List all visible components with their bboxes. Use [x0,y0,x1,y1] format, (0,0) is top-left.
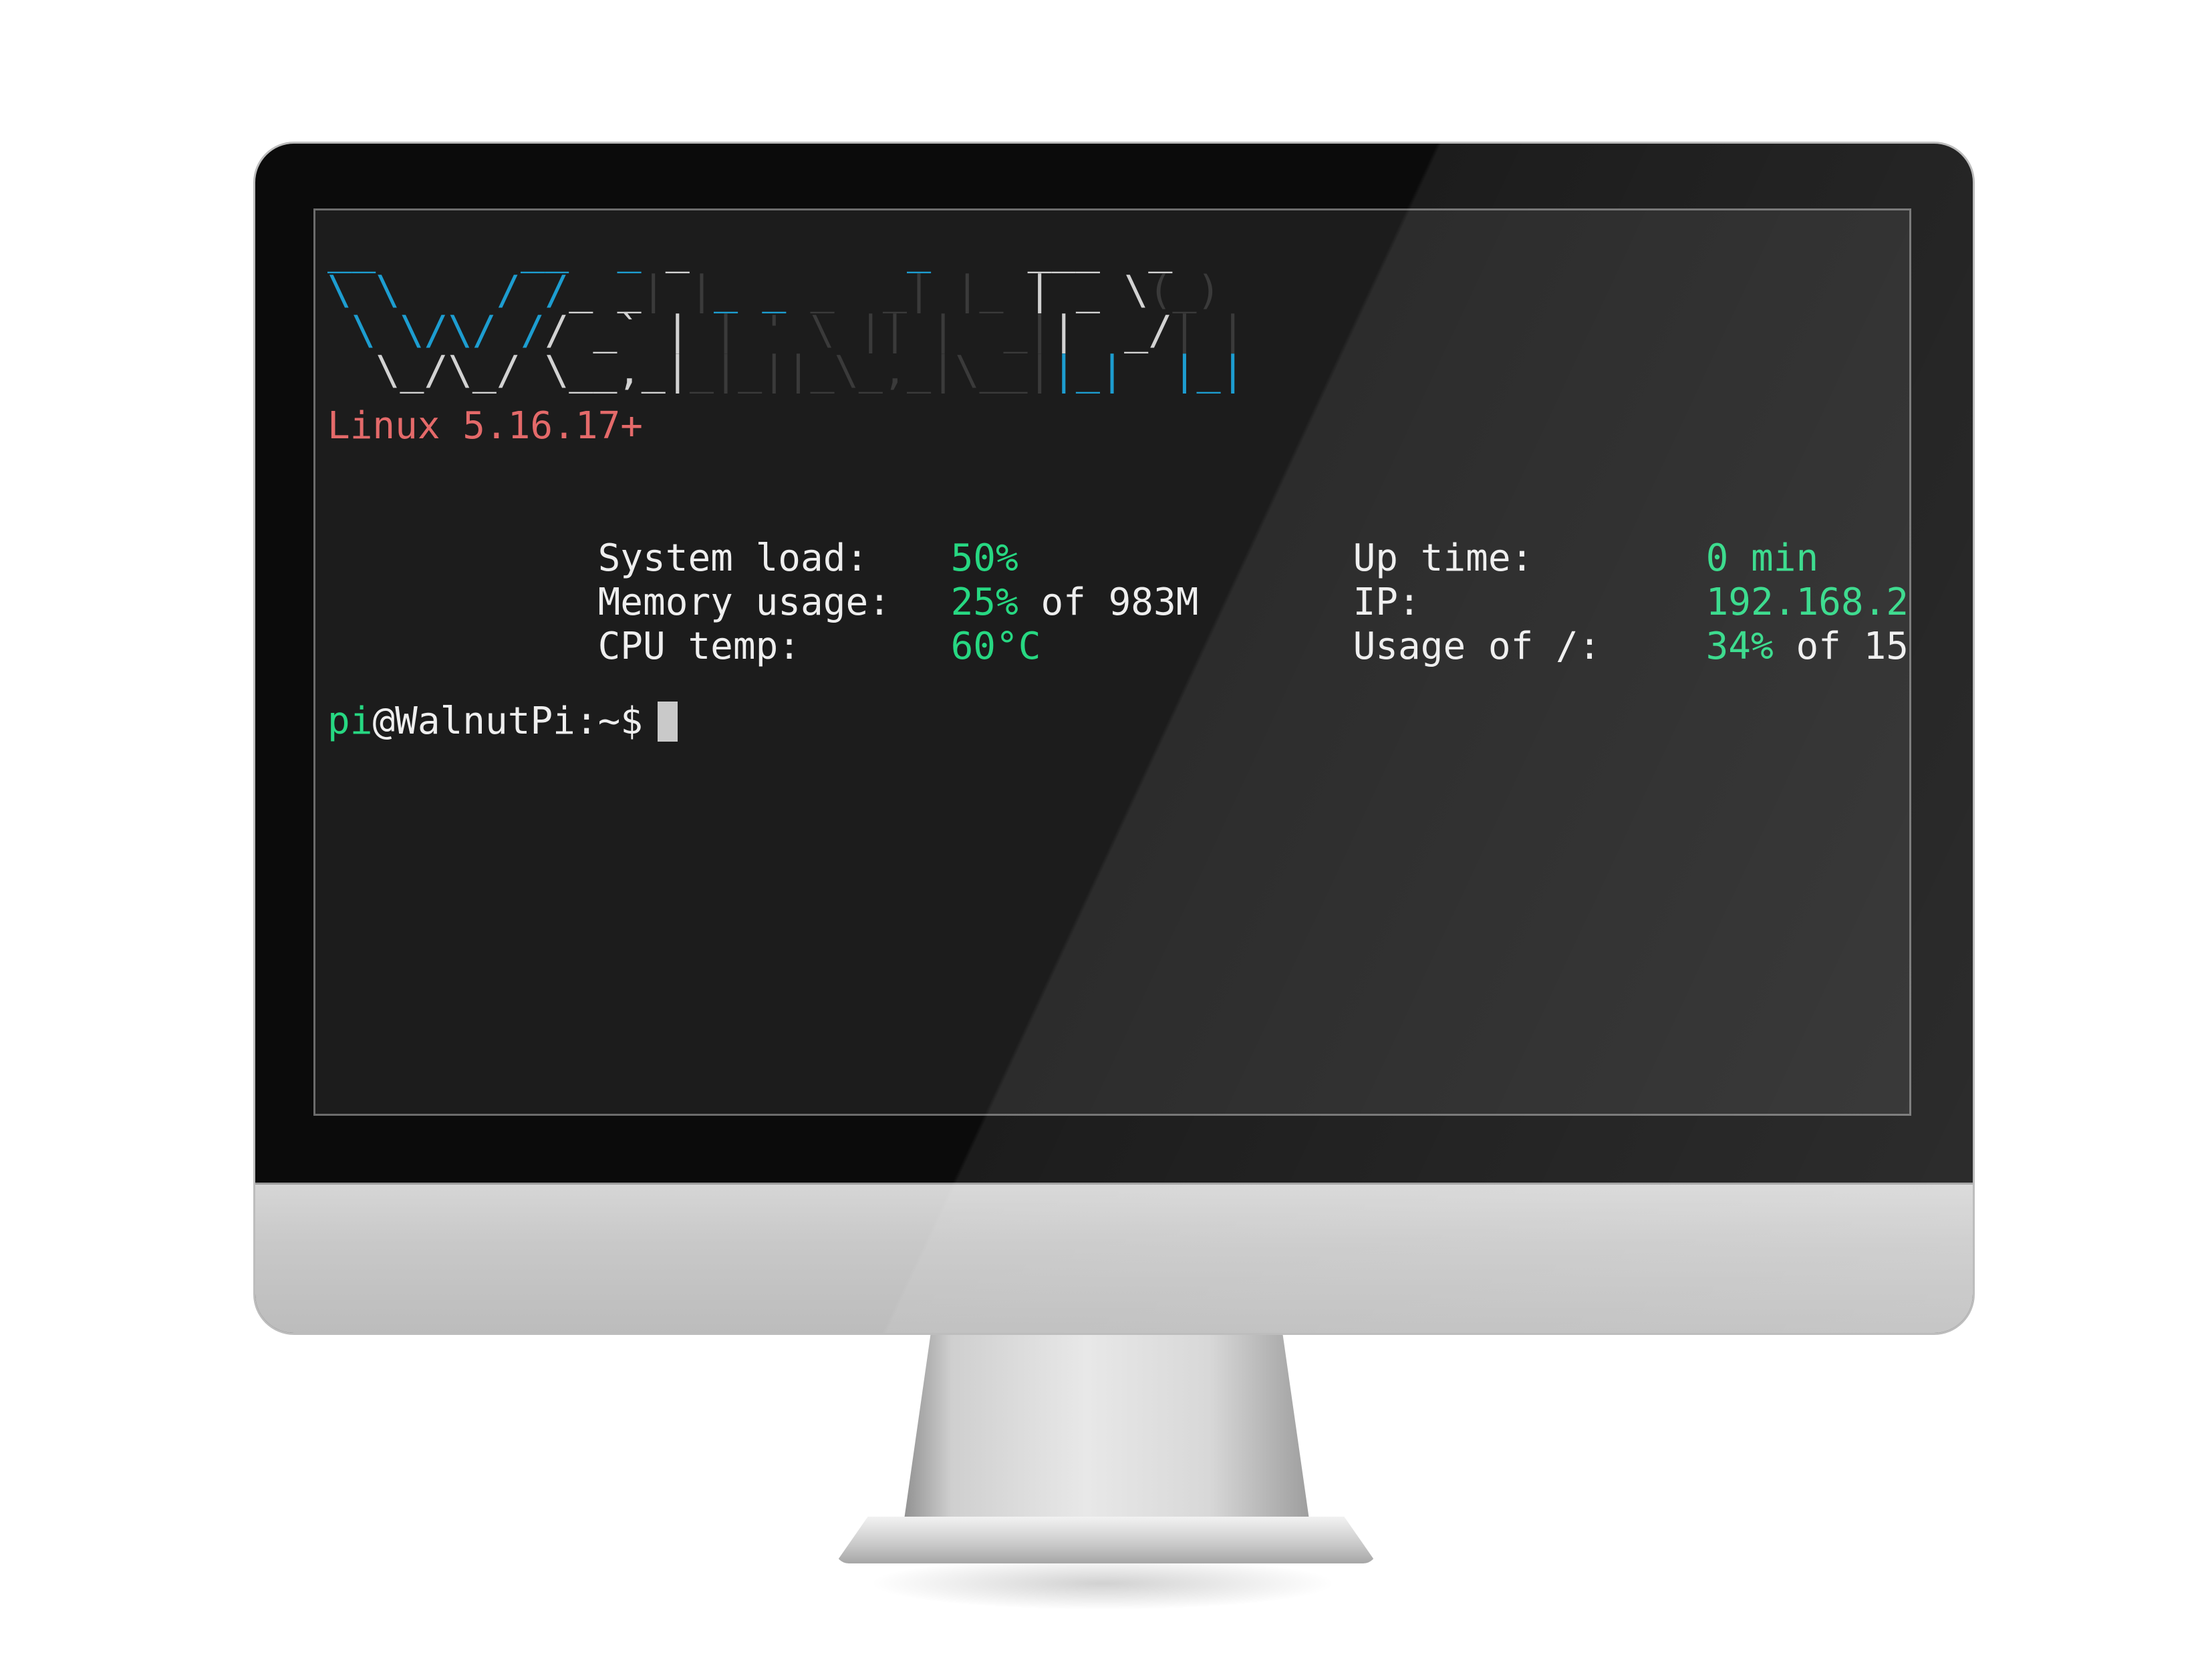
stat-cpu-temp: CPU temp: 60°C [327,581,1041,713]
stage: __ __ _ _ _ ___ _ \ \ / /_ _| |_ _ _ _| … [0,0,2212,1677]
monitor-stand-neck [902,1333,1311,1533]
ascii-logo: __ __ _ _ _ ___ _ \ \ / /_ _| |_ _ _ _| … [327,227,1245,394]
monitor-stand-base [835,1517,1377,1563]
stat-usage-root: Usage of /: 34% of 15G [1083,581,1909,713]
stat-suffix: of 15G [1796,625,1909,668]
stat-value: 34% [1705,625,1774,668]
terminal-screen[interactable]: __ __ _ _ _ ___ _ \ \ / /_ _| |_ _ _ _| … [315,210,1909,1114]
stat-label: CPU temp: [597,625,801,668]
stat-value: 60°C [950,625,1041,668]
monitor: __ __ _ _ _ ___ _ \ \ / /_ _| |_ _ _ _| … [255,144,1973,1333]
stat-label: Usage of /: [1353,625,1601,668]
system-stats: System load: 50% Memory usage: 25% of 983M… [327,492,1909,668]
terminal-output: __ __ _ _ _ ___ _ \ \ / /_ _| |_ _ _ _| … [327,231,1909,1114]
monitor-chin [255,1183,1973,1333]
kernel-version: Linux 5.16.17+ [327,404,644,448]
stand-shadow [869,1557,1337,1610]
